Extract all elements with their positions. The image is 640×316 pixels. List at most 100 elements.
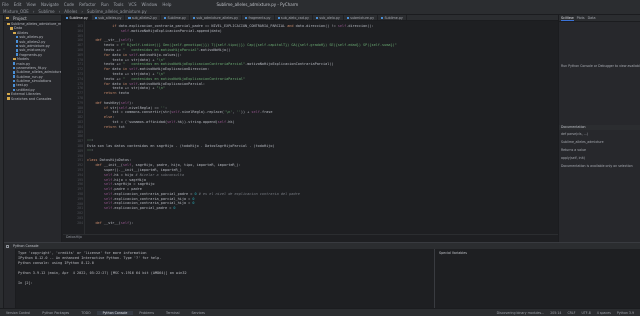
tree-item-label: Models: [17, 57, 29, 62]
menu-item-file[interactable]: File: [2, 2, 9, 7]
breadcrumb-class[interactable]: DatosHijo: [66, 235, 82, 239]
status-item[interactable]: 4 spaces: [597, 311, 611, 315]
editor-tab-label: Sublime.py: [69, 16, 88, 20]
folder-icon: [7, 97, 10, 100]
tree-item-label: Scratches and Consoles: [11, 96, 52, 101]
folder-icon: [13, 31, 16, 34]
documentation-line: Sublime_alleles_admixture: [561, 140, 604, 144]
python-file-icon: [277, 16, 280, 20]
documentation-line: apply(self, init): [561, 156, 585, 160]
menu-item-refactor[interactable]: Refactor: [79, 2, 96, 7]
editor-tab-label: sub_alelo.py: [319, 16, 340, 20]
tree-item-label: main.py: [16, 61, 31, 66]
status-item[interactable]: Python 3.9: [617, 311, 634, 315]
tree-item-label: Sublime_alleles_admixture_model_part: [11, 22, 61, 26]
window-title: Sublime_alleles_admixture.py - PyCharm: [216, 1, 299, 7]
tool-window-button[interactable]: Terminal: [160, 311, 185, 315]
sciview-tab[interactable]: Plots: [577, 16, 585, 20]
tool-window-button[interactable]: Version Control: [0, 311, 36, 315]
folder-icon: [7, 93, 10, 96]
menu-item-run[interactable]: Run: [101, 2, 109, 7]
tool-window-button[interactable]: Problems: [133, 311, 160, 315]
tree-item-label: sub_mixture.py: [19, 48, 46, 53]
editor-tab-label: Sublime.py: [384, 16, 403, 20]
menu-item-navigate[interactable]: Navigate: [41, 2, 59, 7]
editor-tab-label: Sublime.py: [167, 16, 186, 20]
editor-tab-label: submixture.py: [350, 16, 375, 20]
menu-item-window[interactable]: Window: [142, 2, 158, 7]
sciview-panel: SciView Plots Data Run Python Console or D…: [558, 15, 640, 242]
nav-crumb[interactable]: Sublime_alleles_admixture.py: [87, 9, 147, 14]
menu-item-vcs[interactable]: VCS: [128, 2, 136, 7]
tree-item-label: fragments.py: [19, 52, 43, 57]
editor-tab-label: sub_alelo_cad.py: [280, 16, 310, 20]
code-area[interactable]: if dato.explicacion_contraria_parcial_pa…: [87, 24, 557, 225]
sciview-hint: Run Python Console or Debugger to view a…: [561, 64, 640, 68]
status-item[interactable]: UTF-8: [582, 311, 591, 315]
documentation-body: def parse(cls, ...) Sublime_alleles_admix…: [559, 130, 640, 170]
tree-item-label: External Libraries: [11, 92, 41, 97]
tree-item-label: Sublime_alleles_admixture: [16, 70, 61, 75]
console-output[interactable]: Type 'copyright', 'credits' or 'license'…: [18, 251, 418, 286]
status-bar: Version Control Python Packages TODO Python…: [0, 308, 640, 316]
status-item[interactable]: CRLF: [567, 311, 575, 315]
tool-window-button[interactable]: TODO: [75, 311, 96, 315]
menu-item-tools[interactable]: Tools: [114, 2, 124, 7]
tree-item[interactable]: Scratches and Consoles: [4, 97, 61, 101]
folder-icon: [10, 27, 13, 30]
chevron-right-icon: ›: [81, 8, 83, 14]
breadcrumb[interactable]: DatosHijo: [63, 234, 558, 239]
tree-item-label: test.py: [16, 83, 29, 88]
tree-item-label: Alleles: [17, 30, 29, 35]
console-line: In [2]:: [18, 281, 33, 285]
tool-window-button[interactable]: Python Console: [96, 310, 134, 315]
editor-tab-label: fragments.py: [248, 16, 271, 20]
python-file-icon: [346, 16, 350, 20]
tree-item-label: sub_admixture.py: [19, 43, 50, 48]
special-variables-label[interactable]: Special Variables: [435, 249, 640, 257]
console-icon: [6, 244, 9, 248]
sciview-tab[interactable]: SciView: [561, 16, 574, 21]
status-item[interactable]: 205:14: [550, 311, 561, 315]
editor-tab-label: sub_alleles2.py: [131, 16, 158, 20]
menu-item-edit[interactable]: Edit: [14, 2, 22, 7]
menu-item-code[interactable]: Code: [64, 2, 74, 7]
tree-item-label: Data: [14, 26, 23, 31]
documentation-line: def parse(cls, ...): [561, 132, 588, 136]
tree-item-label: sub_alleles.py: [19, 35, 44, 40]
line-number-gutter: 163 164 165 166 167 168 169 170 171 172 173 174 175 1…: [63, 21, 85, 234]
variables-panel: Special Variables: [434, 249, 640, 309]
nav-crumb[interactable]: Mixture_ODE: [3, 9, 29, 14]
line-number: 204: [77, 220, 83, 225]
tree-item-label: untitled.py: [16, 87, 35, 92]
documentation-line: Returns a value: [561, 148, 586, 152]
editor-tab-label: sub_admixture_alleles.py: [196, 16, 239, 20]
sciview-tabs: SciView Plots Data: [559, 15, 640, 22]
chevron-right-icon: ›: [32, 8, 35, 14]
menu-bar: File Edit View Navigate Code Refactor Run Tools…: [0, 0, 640, 8]
tree-item-label: Sublime_run.py: [16, 74, 43, 79]
project-header-label[interactable]: Project: [13, 16, 27, 21]
sciview-tab[interactable]: Data: [588, 16, 596, 20]
documentation-panel: Documentation def parse(cls, ...) Sublime…: [559, 125, 640, 170]
folder-icon: [13, 57, 16, 61]
chevron-right-icon: ›: [58, 8, 61, 14]
status-item[interactable]: Discovering binary modules...: [497, 311, 545, 315]
tree-item-label: parameters_fit.py: [16, 65, 47, 70]
console-toolbar: [4, 249, 16, 309]
menu-item-help[interactable]: Help: [162, 2, 171, 7]
nav-crumb[interactable]: Alleles: [64, 9, 77, 14]
status-right: Discovering binary modules... 205:14 CRLF U…: [497, 311, 640, 315]
code-editor[interactable]: 163 164 165 166 167 168 169 170 171 172 173 174 175 1…: [63, 21, 558, 234]
editor-tab-label: sub_alleles.py: [98, 16, 122, 20]
console-title[interactable]: Python Console: [13, 244, 39, 248]
nav-crumb[interactable]: Sublime: [38, 9, 54, 14]
code-line[interactable]: def __str__(self):: [87, 221, 557, 226]
python-file-icon: [94, 16, 98, 20]
project-panel-header: Project: [4, 15, 61, 22]
project-panel: Project Sublime_alleles_admixture_model_…: [4, 15, 62, 242]
tool-window-button[interactable]: Python Packages: [36, 311, 75, 315]
folder-icon: [6, 16, 9, 20]
tool-window-button[interactable]: Services: [186, 311, 211, 315]
menu-item-view[interactable]: View: [26, 2, 36, 7]
